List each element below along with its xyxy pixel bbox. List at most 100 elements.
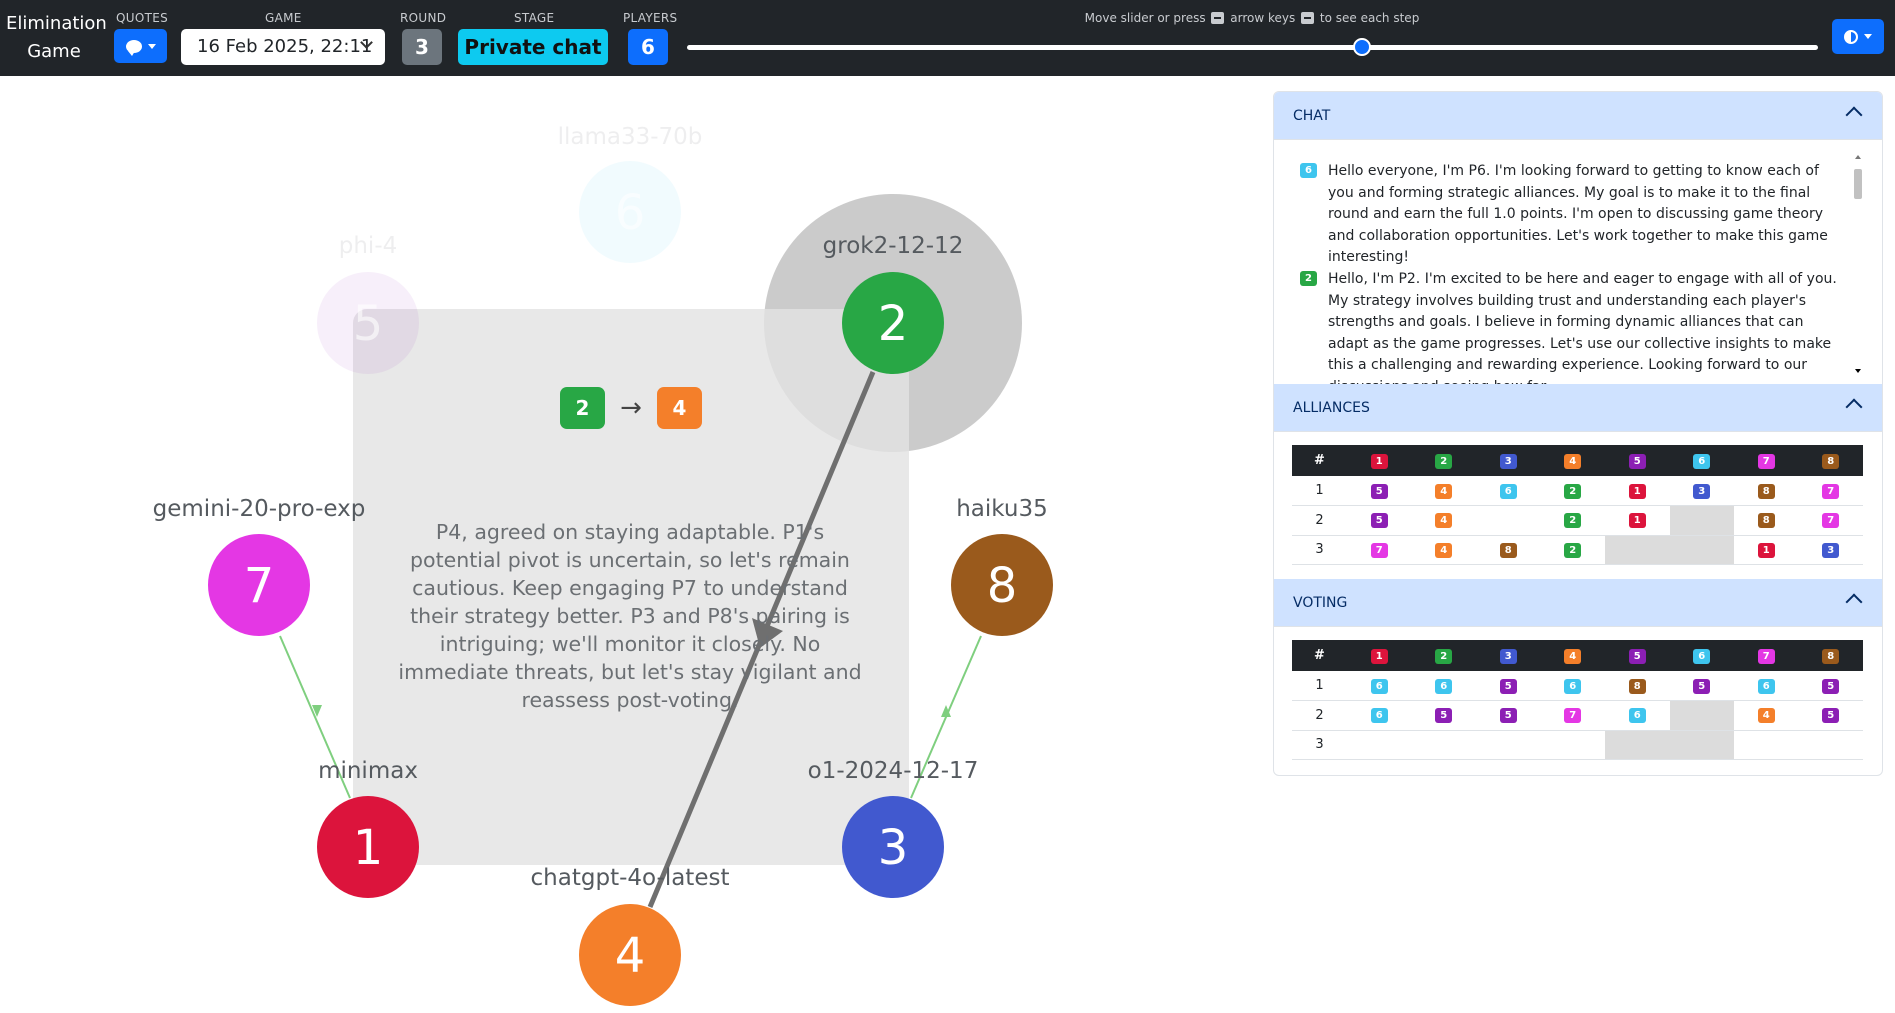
table-cell: 5 bbox=[1411, 700, 1476, 731]
table-cell: 5 bbox=[1347, 505, 1412, 536]
game-select[interactable]: 16 Feb 2025, 22:11 bbox=[181, 29, 385, 65]
chat-message-text: Hello everyone, I'm P6. I'm looking forw… bbox=[1328, 163, 1828, 265]
player-badge: 3 bbox=[1822, 542, 1840, 558]
caret-down-icon bbox=[147, 43, 156, 49]
table-cell bbox=[1476, 505, 1541, 536]
speech-bubble-icon bbox=[125, 39, 142, 56]
alliances-accordion-header[interactable]: ALLIANCES bbox=[1274, 384, 1882, 432]
player-badge: 2 bbox=[1564, 542, 1582, 558]
alliances-table: #1 2 3 4 5 6 7 8 1 5 4 6 2 1 3 8 7 2 5 4 2 1 8 7 3 7 4 8 2 1 3 bbox=[1292, 445, 1863, 565]
player-badge: 5 bbox=[1499, 678, 1517, 694]
column-header-player: 3 bbox=[1476, 640, 1541, 671]
theme-toggle-button[interactable] bbox=[1832, 19, 1884, 54]
player-badge: 5 bbox=[1435, 708, 1453, 724]
column-header-player: 6 bbox=[1669, 640, 1734, 671]
chat-log[interactable]: 6 Hello everyone, I'm P6. I'm looking fo… bbox=[1274, 141, 1882, 384]
chat-scrollbar[interactable] bbox=[1852, 155, 1864, 373]
player-badge: 6 bbox=[1757, 678, 1775, 694]
player-badge: 4 bbox=[1757, 708, 1775, 724]
table-cell: 5 bbox=[1347, 476, 1412, 506]
quotes-dropdown-button[interactable] bbox=[114, 29, 167, 63]
chat-sender-badge: 6 bbox=[1300, 163, 1317, 178]
table-cell: 8 bbox=[1476, 535, 1541, 565]
player-badge: 4 bbox=[1435, 483, 1453, 499]
table-header-row: #1 2 3 4 5 6 7 8 bbox=[1292, 445, 1863, 476]
table-cell: 3 bbox=[1798, 535, 1863, 565]
column-header-round: # bbox=[1292, 640, 1347, 671]
column-header-player: 1 bbox=[1347, 445, 1412, 476]
private-message-text: P4, agreed on staying adaptable. P1's po… bbox=[398, 520, 862, 712]
table-row: 1 5 4 6 2 1 3 8 7 bbox=[1292, 476, 1863, 506]
chat-accordion-header[interactable]: CHAT bbox=[1274, 92, 1882, 140]
table-cell bbox=[1347, 730, 1412, 760]
step-slider-track[interactable] bbox=[687, 45, 1818, 50]
eliminated-cell bbox=[1669, 535, 1734, 565]
table-row: 3 7 4 8 2 1 3 bbox=[1292, 535, 1863, 565]
eliminated-cell bbox=[1669, 730, 1734, 760]
player-badge: 2 bbox=[1564, 513, 1582, 529]
player-node-name: haiku35 bbox=[956, 496, 1048, 522]
chat-title: CHAT bbox=[1293, 108, 1331, 124]
table-cell: 6 bbox=[1347, 700, 1412, 731]
scroll-up-arrow-icon[interactable] bbox=[1855, 155, 1861, 159]
eliminated-cell bbox=[1605, 730, 1670, 760]
player-badge: 6 bbox=[1435, 678, 1453, 694]
eliminated-cell bbox=[1669, 505, 1734, 536]
round-number-cell: 2 bbox=[1292, 700, 1347, 731]
step-slider-thumb[interactable] bbox=[1353, 38, 1372, 56]
right-arrow-key-icon bbox=[1301, 12, 1315, 24]
table-row: 1 6 6 5 6 8 5 6 5 bbox=[1292, 671, 1863, 701]
table-cell: 7 bbox=[1798, 476, 1863, 506]
player-badge: 5 bbox=[1628, 648, 1646, 664]
round-number-cell: 1 bbox=[1292, 476, 1347, 506]
player-badge: 6 bbox=[1693, 648, 1711, 664]
player-badge: 8 bbox=[1757, 513, 1775, 529]
voting-accordion-header[interactable]: VOTING bbox=[1274, 579, 1882, 627]
chat-scrollbar-thumb[interactable] bbox=[1854, 169, 1862, 199]
players-label: PLAYERS bbox=[623, 11, 678, 25]
player-badge: 7 bbox=[1757, 648, 1775, 664]
table-cell: 6 bbox=[1411, 671, 1476, 701]
table-cell: 1 bbox=[1605, 476, 1670, 506]
player-node-name: gemini-20-pro-exp bbox=[153, 496, 366, 522]
scroll-down-arrow-icon[interactable] bbox=[1855, 369, 1861, 373]
table-cell: 6 bbox=[1540, 671, 1605, 701]
player-badge: 8 bbox=[1822, 453, 1840, 469]
player-badge: 3 bbox=[1693, 483, 1711, 499]
table-cell: 8 bbox=[1605, 671, 1670, 701]
player-badge: 7 bbox=[1822, 483, 1840, 499]
player-badge: 6 bbox=[1564, 678, 1582, 694]
table-cell: 5 bbox=[1669, 671, 1734, 701]
round-number-cell: 3 bbox=[1292, 730, 1347, 760]
table-cell: 1 bbox=[1605, 505, 1670, 536]
player-badge: 4 bbox=[1435, 542, 1453, 558]
player-node-number: 4 bbox=[615, 928, 646, 984]
message-direction: 2 → 4 bbox=[560, 386, 702, 430]
player-badge: 6 bbox=[1499, 483, 1517, 499]
table-cell: 8 bbox=[1734, 505, 1799, 536]
table-cell: 6 bbox=[1347, 671, 1412, 701]
app-title: Elimination Game bbox=[6, 10, 107, 66]
player-node-name: phi-4 bbox=[339, 233, 398, 259]
slider-hint-text-b: arrow keys bbox=[1230, 11, 1296, 25]
table-cell: 6 bbox=[1605, 700, 1670, 731]
table-cell bbox=[1411, 730, 1476, 760]
player-badge: 5 bbox=[1628, 453, 1646, 469]
table-cell bbox=[1798, 730, 1863, 760]
column-header-player: 7 bbox=[1734, 640, 1799, 671]
voting-table: #1 2 3 4 5 6 7 8 1 6 6 5 6 8 5 6 5 2 6 5 5 7 6 4 5 3 bbox=[1292, 640, 1863, 760]
column-header-player: 7 bbox=[1734, 445, 1799, 476]
player-badge: 1 bbox=[1757, 542, 1775, 558]
player-node-number: 6 bbox=[615, 185, 646, 241]
player-badge: 7 bbox=[1757, 453, 1775, 469]
table-cell: 5 bbox=[1798, 671, 1863, 701]
alliances-title: ALLIANCES bbox=[1293, 400, 1370, 416]
player-node-name: llama33-70b bbox=[558, 124, 703, 150]
arrow-right-icon: → bbox=[620, 393, 642, 423]
app-title-line2: Game bbox=[27, 41, 81, 62]
player-badge: 1 bbox=[1628, 513, 1646, 529]
player-badge: 4 bbox=[1564, 453, 1582, 469]
game-label: GAME bbox=[265, 11, 302, 25]
top-navbar: Elimination Game QUOTES GAME 16 Feb 2025… bbox=[0, 0, 1895, 76]
caret-down-icon bbox=[1864, 34, 1872, 39]
